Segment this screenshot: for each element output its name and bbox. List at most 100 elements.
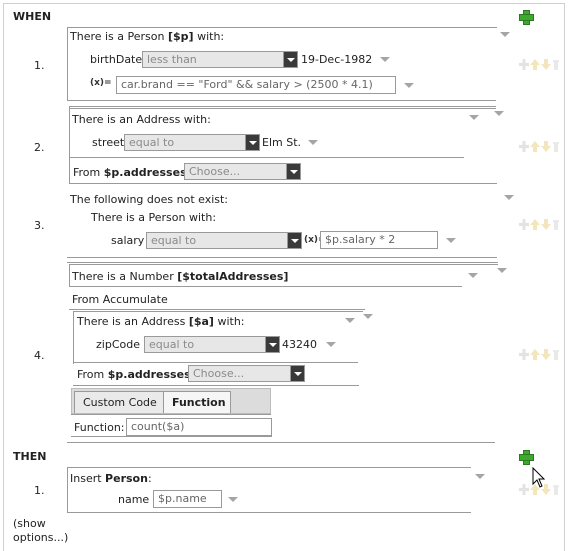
dropdown-arrow-icon[interactable] xyxy=(286,164,300,179)
delete-icon[interactable] xyxy=(553,142,559,152)
value-salary-menu-icon[interactable] xyxy=(446,238,456,243)
pattern-2-top-line-b xyxy=(69,108,496,109)
number-pattern-underline xyxy=(69,286,462,287)
add-icon[interactable] xyxy=(519,349,529,360)
rule-number-4: 4. xyxy=(34,349,45,362)
pattern-2-bottom-line xyxy=(69,183,497,184)
number-pattern-label[interactable]: There is a Number [$totalAddresses] xyxy=(72,270,288,283)
address-pattern-menu-icon[interactable] xyxy=(345,318,355,323)
value-birthdate[interactable]: 19-Dec-1982 xyxy=(301,53,372,66)
pattern-2-top-line-a xyxy=(69,106,496,107)
pattern-3-bottom-line xyxy=(67,257,497,258)
add-condition-icon[interactable] xyxy=(519,10,534,25)
then-header: THEN xyxy=(13,450,47,463)
dropdown-arrow-icon[interactable] xyxy=(287,233,301,248)
pattern-3-label[interactable]: There is a Person with: xyxy=(91,211,216,224)
add-icon[interactable] xyxy=(519,141,529,152)
pattern-1-label[interactable]: There is a Person [$p] with: xyxy=(70,30,224,43)
value-street-menu-icon[interactable] xyxy=(308,140,318,145)
operator-select-street[interactable]: equal to xyxy=(124,134,260,151)
rule-number-2: 2. xyxy=(34,141,45,154)
operator-select-birthdate[interactable]: less than xyxy=(142,51,298,68)
operator-select-zipcode[interactable]: equal to xyxy=(144,336,280,353)
rule-1-row-actions[interactable] xyxy=(519,59,561,70)
from-source-select-4[interactable]: Choose... xyxy=(188,365,305,382)
when-header: WHEN xyxy=(13,10,52,23)
add-action-icon[interactable] xyxy=(519,450,534,465)
field-zipcode: zipCode xyxy=(96,338,140,351)
function-label: Function: xyxy=(74,421,125,434)
value-birthdate-menu-icon[interactable] xyxy=(380,57,390,62)
add-icon[interactable] xyxy=(519,59,529,70)
insert-menu-icon[interactable] xyxy=(475,474,485,479)
value-zipcode-menu-icon[interactable] xyxy=(326,342,336,347)
delete-icon[interactable] xyxy=(553,485,559,495)
accumulate-left-line xyxy=(73,311,74,364)
value-zipcode[interactable]: 43240 xyxy=(282,338,317,351)
add-icon[interactable] xyxy=(519,219,529,230)
tab-function[interactable]: Function xyxy=(163,391,231,413)
value-name-input[interactable]: $p.name xyxy=(153,490,222,508)
dropdown-arrow-icon[interactable] xyxy=(283,52,297,67)
rule-3-row-actions[interactable] xyxy=(519,219,561,230)
move-down-icon[interactable] xyxy=(541,219,551,230)
action-number-1: 1. xyxy=(34,484,45,497)
delete-icon[interactable] xyxy=(553,60,559,70)
show-options-link-line-2[interactable]: options...) xyxy=(13,531,68,544)
address-pattern-divider xyxy=(73,362,358,363)
from-source-select-2[interactable]: Choose... xyxy=(184,163,301,180)
value-salary-formula[interactable]: $p.salary * 2 xyxy=(320,231,438,249)
pattern-1-menu-icon[interactable] xyxy=(500,32,510,37)
from-label-4: From $p.addresses. xyxy=(77,368,195,381)
not-exist-label[interactable]: The following does not exist: xyxy=(70,193,228,206)
move-up-icon[interactable] xyxy=(530,219,540,230)
dropdown-arrow-icon[interactable] xyxy=(290,366,304,381)
value-name-menu-icon[interactable] xyxy=(228,497,238,502)
not-exist-menu-icon[interactable] xyxy=(504,195,514,200)
move-up-icon[interactable] xyxy=(530,59,540,70)
number-pattern-outer-menu-icon[interactable] xyxy=(497,268,507,273)
move-down-icon[interactable] xyxy=(541,59,551,70)
address-pattern-label[interactable]: There is an Address [$a] with: xyxy=(77,315,245,328)
move-up-icon[interactable] xyxy=(530,141,540,152)
accumulate-top-line-b xyxy=(73,311,363,312)
pattern-1-top-line xyxy=(67,27,497,28)
delete-icon[interactable] xyxy=(553,220,559,230)
from-accumulate-label: From Accumulate xyxy=(72,293,168,306)
pattern-1-bottom-line xyxy=(67,100,496,101)
formula-menu-icon[interactable] xyxy=(404,83,414,88)
pattern-2-menu-icon[interactable] xyxy=(469,115,479,120)
accumulate-top-line-a xyxy=(69,309,365,310)
tabs-bottom-line xyxy=(71,414,271,415)
operator-select-salary[interactable]: equal to xyxy=(146,232,302,249)
move-down-icon[interactable] xyxy=(541,349,551,360)
delete-icon[interactable] xyxy=(553,350,559,360)
field-birthdate: birthDate xyxy=(90,53,143,66)
mouse-cursor-icon xyxy=(532,467,546,488)
rule-4-row-actions[interactable] xyxy=(519,349,561,360)
pattern-1-left-line xyxy=(67,27,68,101)
function-input[interactable]: count($a) xyxy=(126,418,272,436)
address-pattern-outer-menu-icon[interactable] xyxy=(363,314,373,319)
tab-custom-code[interactable]: Custom Code xyxy=(74,391,166,413)
pattern-2-outer-menu-icon[interactable] xyxy=(494,111,504,116)
move-up-icon[interactable] xyxy=(530,349,540,360)
rule-number-3: 3. xyxy=(34,219,45,232)
dropdown-arrow-icon[interactable] xyxy=(245,135,259,150)
move-down-icon[interactable] xyxy=(541,141,551,152)
pattern-2-left-line xyxy=(69,106,70,184)
show-options-link-line-1[interactable]: (show xyxy=(13,517,46,530)
add-icon[interactable] xyxy=(519,484,529,495)
action-1-bottom-line xyxy=(67,512,471,513)
pattern-2-divider xyxy=(69,157,464,158)
field-salary: salary xyxy=(111,234,145,247)
field-name: name xyxy=(118,493,150,506)
dropdown-arrow-icon[interactable] xyxy=(265,337,279,352)
rule-number-1: 1. xyxy=(34,59,45,72)
number-pattern-menu-icon[interactable] xyxy=(468,273,478,278)
pattern-2-label[interactable]: There is an Address with: xyxy=(72,113,211,126)
rule-2-row-actions[interactable] xyxy=(519,141,561,152)
insert-fact-label[interactable]: Insert Person: xyxy=(70,472,152,485)
formula-input[interactable]: car.brand == "Ford" && salary > (2500 * … xyxy=(116,76,396,94)
value-street[interactable]: Elm St. xyxy=(262,136,301,149)
